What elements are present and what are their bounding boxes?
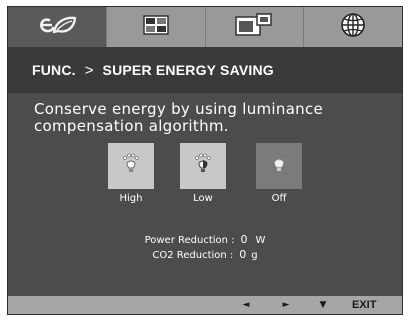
option-high-button[interactable] <box>108 143 154 189</box>
left-arrow-button[interactable]: ◄ <box>236 296 256 314</box>
co2-reduction-label: CO2 Reduction : <box>152 250 234 261</box>
breadcrumb-separator: > <box>84 61 94 79</box>
tab-picture[interactable] <box>106 7 206 47</box>
bulb-bright-icon <box>121 153 141 179</box>
down-arrow-button[interactable]: ▼ <box>313 296 333 314</box>
bulb-dim-icon <box>193 153 213 179</box>
power-reduction-unit: W <box>255 235 266 246</box>
screen-layout-icon <box>235 13 273 41</box>
osd-menu: FUNC. > SUPER ENERGY SAVING Conserve ene… <box>0 0 413 321</box>
page-title: SUPER ENERGY SAVING <box>102 62 274 78</box>
co2-reduction-value: 0 <box>239 248 247 261</box>
menu-header: FUNC. > SUPER ENERGY SAVING <box>8 47 402 93</box>
tab-eco[interactable] <box>8 7 107 47</box>
co2-reduction-readout: CO2 Reduction : 0g <box>8 248 402 261</box>
power-reduction-value: 0 <box>240 233 248 246</box>
description-text: Conserve energy by using luminance compe… <box>34 100 324 135</box>
osd-frame: FUNC. > SUPER ENERGY SAVING Conserve ene… <box>7 6 403 315</box>
option-off-button[interactable] <box>256 143 302 189</box>
exit-button[interactable]: EXIT <box>352 296 376 314</box>
option-low-label: Low <box>193 193 213 204</box>
option-low-button[interactable] <box>180 143 226 189</box>
picture-settings-icon <box>142 15 169 39</box>
option-high-label: High <box>119 193 143 204</box>
breadcrumb-section: FUNC. <box>32 62 76 78</box>
bulb-off-icon <box>269 153 289 179</box>
menu-body: Conserve energy by using luminance compe… <box>8 93 402 296</box>
power-reduction-label: Power Reduction : <box>144 235 235 246</box>
option-off-label: Off <box>271 193 287 204</box>
tab-language[interactable] <box>304 7 402 47</box>
menu-tab-bar <box>8 7 402 47</box>
right-arrow-button[interactable]: ► <box>276 296 296 314</box>
tab-screen[interactable] <box>205 7 305 47</box>
power-reduction-readout: Power Reduction : 0W <box>8 233 402 246</box>
globe-language-icon <box>340 12 366 42</box>
co2-reduction-unit: g <box>251 250 258 261</box>
leaf-eco-icon <box>36 15 78 39</box>
footer-nav-bar: ◄ ► ▼ EXIT <box>8 296 402 314</box>
